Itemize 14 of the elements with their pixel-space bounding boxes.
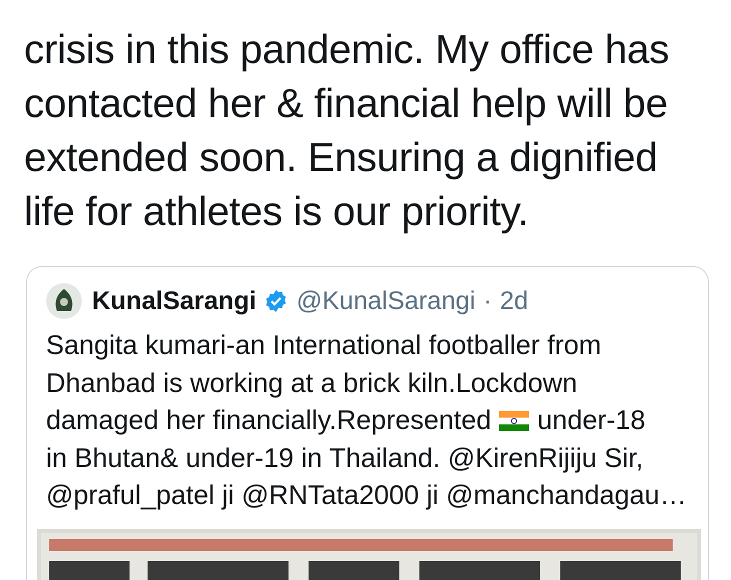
author-handle[interactable]: @KunalSarangi bbox=[296, 286, 476, 316]
quoted-tweet-text: under-18 bbox=[537, 404, 646, 437]
quoted-tweet-card[interactable] bbox=[26, 266, 709, 580]
flag-icon bbox=[499, 410, 530, 431]
quoted-tweet-text: @praful_patel ji @RNTata2000 ji @manchandagau… bbox=[46, 479, 687, 512]
quoted-tweet-text: Sangita kumari-an International footballer from bbox=[46, 329, 602, 362]
avatar-icon bbox=[46, 283, 82, 319]
quoted-tweet-text: Dhanbad is working at a brick kiln.Lockdown bbox=[46, 366, 578, 400]
quoted-tweet-text: in Bhutan& under-19 in Thailand. @KirenRijiju Sir, bbox=[46, 442, 644, 475]
author-name[interactable]: KunalSarangi bbox=[92, 286, 256, 316]
separator-dot: · bbox=[483, 286, 492, 316]
timestamp[interactable]: 2d bbox=[500, 286, 528, 316]
tweet-text: crisis in this pandemic. My office has contacted her & financial help will be extended soon. Ensuring a dignified life for athletes is our priority. bbox=[23, 25, 670, 236]
quoted-tweet-text: damaged her financially.Represented bbox=[46, 404, 492, 437]
